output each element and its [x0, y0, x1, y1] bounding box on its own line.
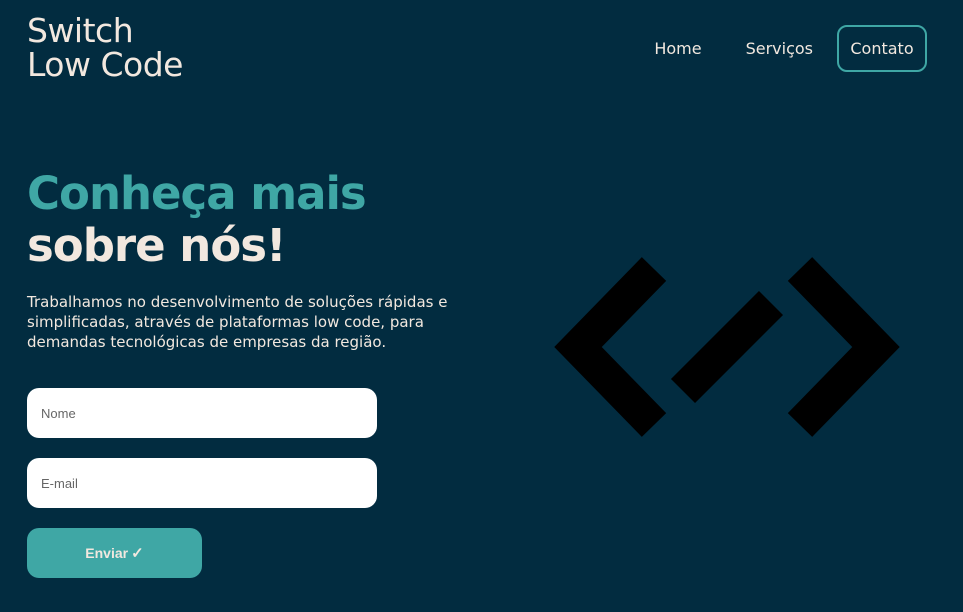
right-bracket-shape	[787, 257, 900, 437]
hero-title-line-2: sobre nós!	[27, 219, 287, 272]
code-brackets-icon	[554, 257, 900, 437]
main-nav: Home Serviços Contato	[654, 25, 927, 72]
submit-button[interactable]: Enviar ✓	[27, 528, 202, 578]
nav-home-link[interactable]: Home	[654, 39, 701, 58]
landing-page: Switch Low Code Home Serviços Contato Co…	[0, 0, 963, 612]
site-logo[interactable]: Switch Low Code	[27, 14, 183, 82]
logo-line-1: Switch	[27, 11, 134, 50]
nav-services-link[interactable]: Serviços	[746, 39, 813, 58]
name-input[interactable]	[27, 388, 377, 438]
check-icon: ✓	[131, 545, 144, 562]
logo-line-2: Low Code	[27, 45, 183, 84]
hero-title-line-1: Conheça mais	[27, 167, 367, 220]
email-input[interactable]	[27, 458, 377, 508]
submit-label: Enviar	[85, 545, 129, 561]
hero-title: Conheça mais sobre nós!	[27, 167, 367, 272]
hero-description: Trabalhamos no desenvolvimento de soluçõ…	[27, 293, 448, 351]
nav-contact-button[interactable]: Contato	[837, 25, 927, 72]
left-bracket-shape	[554, 257, 667, 437]
slash-shape	[670, 290, 784, 404]
